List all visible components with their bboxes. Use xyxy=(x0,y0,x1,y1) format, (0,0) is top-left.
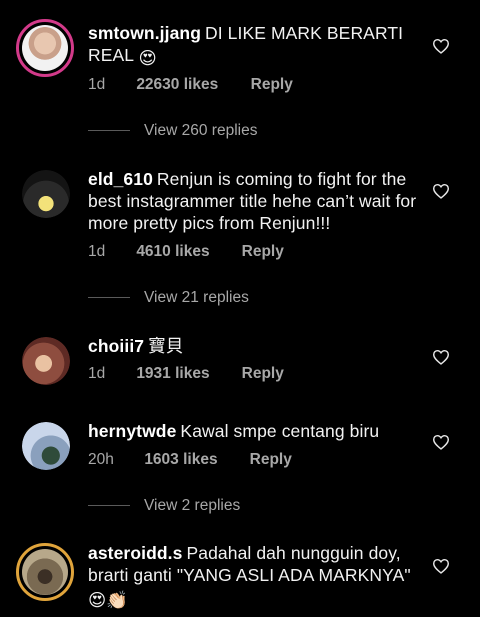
comment-time: 20h xyxy=(88,451,114,468)
comment-username[interactable]: smtown.jjang xyxy=(88,23,201,43)
avatar-image xyxy=(22,549,68,595)
view-replies-label: View 21 replies xyxy=(144,289,249,306)
reply-button[interactable]: Reply xyxy=(251,76,293,94)
replies-divider-line xyxy=(88,505,130,507)
comment-username[interactable]: hernytwde xyxy=(88,421,176,441)
avatar[interactable] xyxy=(22,170,70,218)
comment-username[interactable]: eld_610 xyxy=(88,169,153,189)
heart-outline-icon[interactable] xyxy=(432,38,452,56)
view-replies-label: View 2 replies xyxy=(144,497,241,514)
avatar-image xyxy=(22,170,70,218)
comment-username[interactable]: choiii7 xyxy=(88,336,144,356)
heart-outline-icon[interactable] xyxy=(432,434,452,452)
avatar-image xyxy=(22,337,70,385)
avatar[interactable] xyxy=(16,19,74,77)
comment-text: eld_610 Renjun is coming to fight for the… xyxy=(88,168,418,234)
reply-button[interactable]: Reply xyxy=(242,243,284,261)
comment-likes[interactable]: 4610 likes xyxy=(136,243,237,261)
comment-time: 1d xyxy=(88,365,106,382)
reply-button[interactable]: Reply xyxy=(250,451,292,469)
view-replies-label: View 260 replies xyxy=(144,122,258,139)
comment-text: choiii7 寶貝 xyxy=(88,335,418,357)
comment-meta: 1d 1931 likes Reply xyxy=(88,365,284,383)
avatar-image xyxy=(22,25,68,71)
comment-meta: 1d 4610 likes Reply xyxy=(88,243,284,261)
comment-meta: 20h 1603 likes Reply xyxy=(88,451,292,469)
reply-button[interactable]: Reply xyxy=(242,365,284,383)
heart-eyes-emoji: 😍 xyxy=(138,48,157,68)
comment-meta: 1d 22630 likes Reply xyxy=(88,76,293,94)
view-replies-link[interactable]: View 2 replies xyxy=(88,497,240,515)
comment-likes[interactable]: 1931 likes xyxy=(136,365,237,383)
comment-username[interactable]: asteroidd.s xyxy=(88,543,182,563)
comment-likes[interactable]: 1603 likes xyxy=(144,451,245,469)
emoji-sequence: 😍👏🏻 xyxy=(88,590,129,610)
replies-divider-line xyxy=(88,297,130,299)
view-replies-link[interactable]: View 260 replies xyxy=(88,122,257,140)
replies-divider-line xyxy=(88,130,130,132)
avatar[interactable] xyxy=(22,337,70,385)
avatar[interactable] xyxy=(22,422,70,470)
comment-text: asteroidd.s Padahal dah nungguin doy, bra… xyxy=(88,542,418,611)
comment-text: hernytwde Kawal smpe centang biru xyxy=(88,420,418,442)
avatar[interactable] xyxy=(16,543,74,601)
comment-text: smtown.jjang DI LIKE MARK BERARTI REAL 😍 xyxy=(88,22,418,69)
avatar-image xyxy=(22,422,70,470)
comment-body: 寶貝 xyxy=(148,336,184,356)
comment-time: 1d xyxy=(88,243,106,260)
heart-outline-icon[interactable] xyxy=(432,558,452,576)
heart-outline-icon[interactable] xyxy=(432,183,452,201)
comment-body: Kawal smpe centang biru xyxy=(180,421,380,441)
heart-outline-icon[interactable] xyxy=(432,349,452,367)
view-replies-link[interactable]: View 21 replies xyxy=(88,289,249,307)
comment-likes[interactable]: 22630 likes xyxy=(136,76,246,94)
comment-time: 1d xyxy=(88,76,106,93)
